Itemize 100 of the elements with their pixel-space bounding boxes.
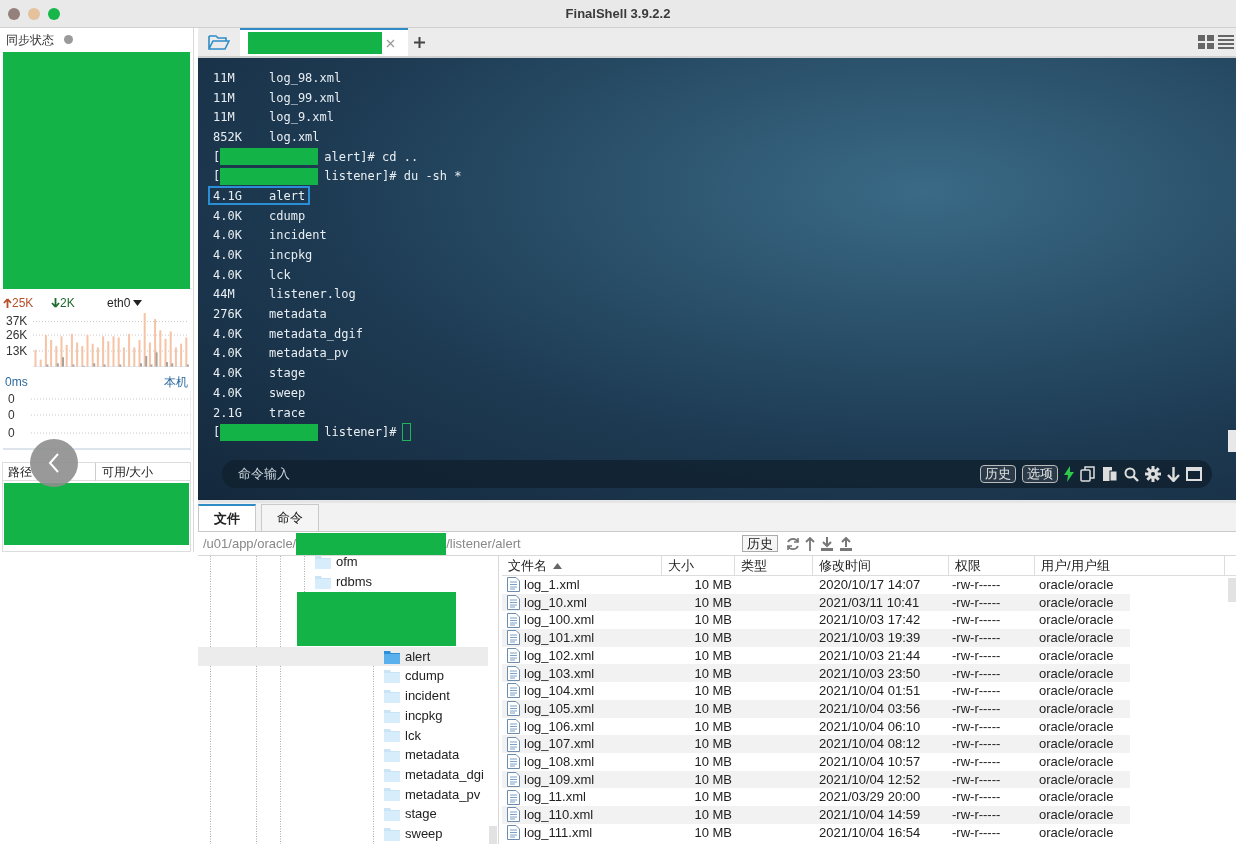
caret-icon [133, 299, 143, 306]
table-cell-text: 2020/10/17 14:07 [818, 576, 922, 595]
tree-item[interactable]: rdbms [315, 572, 373, 591]
file-icon [507, 665, 520, 681]
column-header: 可用/大小 [101, 463, 154, 481]
table-row[interactable]: log_107.xml 10 MB 2021/10/04 08:12 -rw-r----- oracle/oracle [502, 735, 1130, 753]
table-cell-text: oracle/oracle [1038, 735, 1114, 754]
tree-item[interactable]: metadata [384, 745, 460, 765]
command-input[interactable]: 命令输入 历史 选项 [222, 460, 1212, 488]
upload-icon[interactable] [839, 536, 853, 551]
tree-item[interactable]: stage [384, 804, 437, 824]
column-header[interactable]: 用户/用户组 [1035, 556, 1225, 575]
column-header[interactable]: 修改时间 [813, 556, 949, 575]
table-cell-text: -rw-r----- [951, 646, 1002, 665]
command-bar-button[interactable]: 选项 [1022, 465, 1058, 483]
terminal-line: 4.0K sweep [212, 384, 307, 402]
tree-item[interactable]: alert [198, 647, 488, 666]
table-cell-text: oracle/oracle [1038, 770, 1114, 789]
terminal-line: 276K metadata [212, 306, 328, 324]
table-cell-text: 10 MB [693, 646, 733, 665]
close-button[interactable] [8, 7, 20, 20]
download-rate: 2K [60, 294, 75, 312]
tree-item[interactable]: incpkg [384, 706, 443, 726]
folder-icon [384, 767, 400, 782]
table-cell-text: log_105.xml [524, 699, 595, 718]
tab[interactable]: 命令 [261, 504, 319, 531]
column-header[interactable]: 文件名 [502, 556, 662, 575]
table-cell-text: 10 MB [693, 806, 733, 825]
tree-item[interactable]: ofm [315, 556, 358, 571]
search-icon[interactable] [1124, 466, 1139, 482]
table-row[interactable]: log_101.xml 10 MB 2021/10/03 19:39 -rw-r----- oracle/oracle [502, 629, 1130, 647]
table-row[interactable]: log_103.xml 10 MB 2021/10/03 23:50 -rw-r----- oracle/oracle [502, 664, 1130, 683]
list-view-icon[interactable] [1218, 35, 1234, 49]
folder-icon [315, 574, 331, 589]
file-icon [507, 824, 520, 840]
settings-icon[interactable] [1145, 466, 1161, 482]
interface-dropdown[interactable]: eth0 [107, 293, 143, 312]
close-icon[interactable] [386, 38, 395, 48]
scrollbar-thumb[interactable] [489, 826, 497, 844]
table-cell-text: -rw-r----- [951, 717, 1002, 736]
axis-tick-label: 0 [8, 426, 15, 439]
table-cell-text: -rw-r----- [951, 788, 1002, 807]
column-header[interactable]: 权限 [949, 556, 1035, 575]
table-cell-text: 10 MB [693, 752, 733, 771]
terminal-line: 4.0K cdump [212, 207, 307, 225]
tree-item[interactable]: lck [384, 725, 421, 745]
tree-item[interactable]: metadata_pv [384, 784, 481, 804]
table-cell-text: oracle/oracle [1038, 806, 1114, 825]
folder-icon [384, 728, 400, 743]
window-title: FinalShell 3.9.2.2 [565, 4, 671, 23]
grid-view-icon[interactable] [1198, 35, 1214, 49]
up-arrow-icon[interactable] [805, 536, 815, 551]
tree-item[interactable]: sweep [384, 824, 443, 844]
terminal-text: listener]# [324, 424, 397, 442]
history-button[interactable]: 历史 [742, 535, 778, 552]
back-button[interactable] [30, 439, 78, 488]
table-cell-text: -rw-r----- [951, 576, 1002, 595]
down-arrow-icon[interactable] [1167, 466, 1180, 482]
table-cell-text: log_11.xml [524, 788, 586, 807]
paste-icon[interactable] [1102, 466, 1118, 482]
lightning-icon[interactable] [1064, 466, 1074, 482]
table-cell-text: oracle/oracle [1038, 576, 1114, 595]
folder-icon [208, 33, 230, 51]
table-cell-text: log_1.xml [524, 576, 580, 595]
terminal-line: 4.0K metadata_pv [212, 345, 350, 363]
file-icon [507, 683, 520, 699]
folder-icon [384, 787, 400, 802]
tree-item[interactable]: metadata_dgi [384, 765, 484, 785]
window-icon[interactable] [1186, 467, 1202, 481]
copy-icon[interactable] [1080, 466, 1096, 482]
terminal-line: 4.0K lck [212, 266, 292, 284]
session-tab[interactable] [240, 28, 408, 56]
terminal-line: 11M log_98.xml [212, 69, 343, 87]
folder-icon [315, 556, 331, 569]
file-icon [507, 789, 520, 805]
table-cell-text: -rw-r----- [951, 823, 1002, 842]
file-icon [507, 612, 520, 628]
tree-item[interactable]: incident [384, 686, 450, 706]
scrollbar-thumb[interactable] [1228, 430, 1236, 452]
download-icon[interactable] [820, 536, 834, 551]
refresh-icon[interactable] [786, 536, 800, 551]
scrollbar-thumb[interactable] [1228, 578, 1236, 602]
table-cell-text: oracle/oracle [1038, 629, 1114, 648]
plus-icon [413, 36, 425, 48]
table-cell-text: -rw-r----- [951, 806, 1002, 825]
table-cell-text: 2021/10/04 10:57 [818, 752, 922, 771]
terminal-text: [ [213, 168, 221, 186]
terminal-line: 11M log_99.xml [212, 89, 343, 107]
file-icon [507, 577, 520, 593]
table-cell-text: 10 MB [693, 576, 733, 595]
terminal-line: 4.0K incpkg [212, 247, 314, 265]
table-cell-text: log_110.xml [524, 806, 594, 825]
column-header[interactable]: 大小 [662, 556, 735, 575]
table-cell-text: -rw-r----- [951, 735, 1002, 754]
column-header[interactable]: 类型 [735, 556, 813, 575]
command-bar-button[interactable]: 历史 [980, 465, 1016, 483]
axis-tick-label: 37K [6, 315, 28, 328]
tree-item[interactable]: cdump [384, 666, 445, 686]
tab[interactable]: 文件 [198, 504, 256, 531]
path-field[interactable]: /u01/app/oracle/ /listener/alert [198, 532, 736, 555]
